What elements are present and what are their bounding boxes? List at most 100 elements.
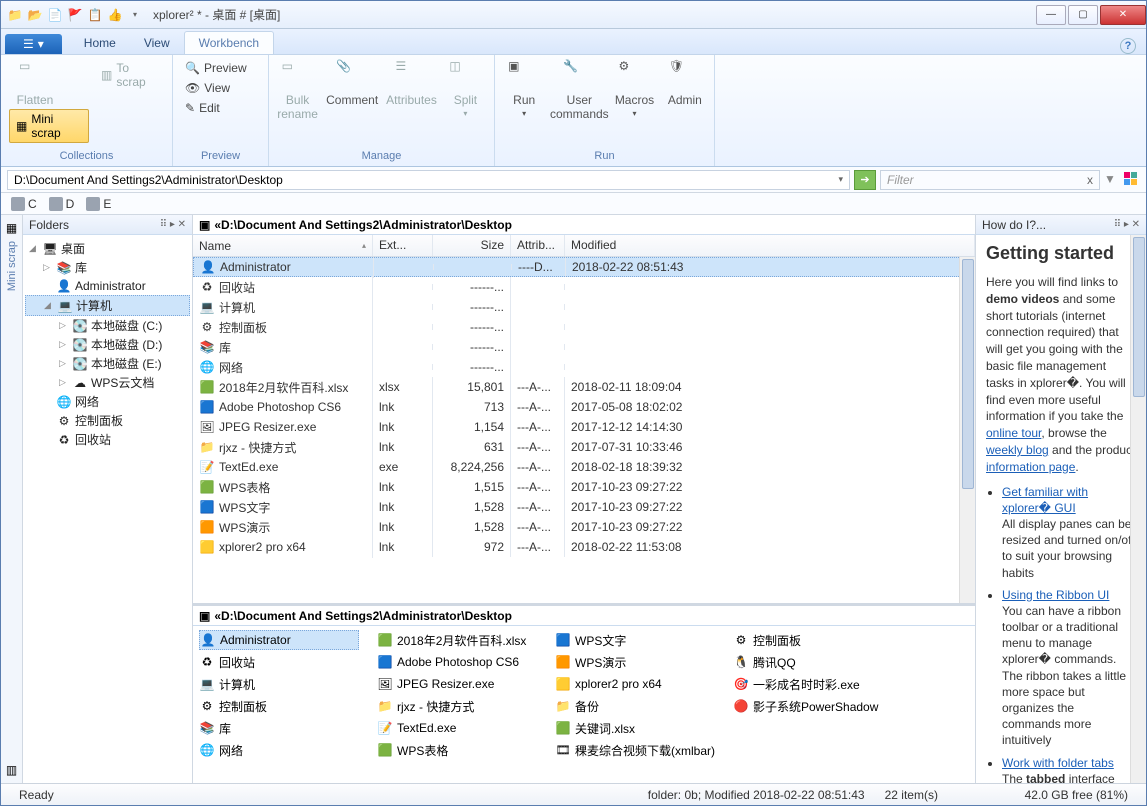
file-row[interactable]: ♻回收站 ------... (193, 277, 975, 297)
col-ext[interactable]: Ext... (373, 235, 433, 256)
qat-new-icon[interactable]: 📄 (47, 7, 63, 23)
side-tab-icon-2[interactable]: ▥ (6, 763, 17, 777)
file-row[interactable]: 🖼JPEG Resizer.exe lnk 1,154 ---A-... 201… (193, 417, 975, 437)
grid-item[interactable]: 📁备份 (555, 696, 715, 716)
top-pane-tab[interactable]: ▣ «D:\Document And Settings2\Administrat… (193, 215, 975, 235)
file-row[interactable]: 🟩2018年2月软件百科.xlsx xlsx 15,801 ---A-... 2… (193, 377, 975, 397)
col-name[interactable]: Name▴ (193, 235, 373, 256)
tree-item[interactable]: ▷📚库 (25, 258, 190, 277)
mini-scrap-button[interactable]: ▦ Mini scrap (9, 109, 89, 143)
bottom-pane-tab[interactable]: ▣ «D:\Document And Settings2\Administrat… (193, 606, 975, 626)
icon-grid[interactable]: 👤Administrator♻回收站💻计算机⚙控制面板📚库🌐网络 🟩2018年2月… (193, 626, 975, 783)
col-mod[interactable]: Modified (565, 235, 975, 256)
preview-button[interactable]: 🔍Preview (181, 59, 251, 77)
split-button[interactable]: ◫Split▾ (445, 59, 486, 118)
color-grid-icon[interactable] (1124, 172, 1140, 188)
tree-twisty-icon[interactable]: ◢ (29, 243, 39, 254)
grid-item[interactable]: 👤Administrator (199, 630, 359, 650)
tree-twisty-icon[interactable]: ▷ (59, 339, 69, 350)
grid-item[interactable]: 🐧腾讯QQ (733, 652, 893, 672)
tab-home[interactable]: Home (70, 32, 130, 54)
grid-item[interactable]: 🟨xplorer2 pro x64 (555, 674, 715, 694)
link-tabs[interactable]: Work with folder tabs (1002, 756, 1114, 770)
file-list[interactable]: 👤Administrator ----D... 2018-02-22 08:51… (193, 257, 975, 603)
file-menu-button[interactable]: ☰▾ (5, 34, 62, 54)
file-row[interactable]: 🟦WPS文字 lnk 1,528 ---A-... 2017-10-23 09:… (193, 497, 975, 517)
grid-item[interactable]: 🟦WPS文字 (555, 630, 715, 650)
edit-button[interactable]: ✎Edit (181, 99, 251, 117)
link-online-tour[interactable]: online tour (986, 426, 1041, 440)
qat-open-icon[interactable]: 📂 (27, 7, 43, 23)
grid-item[interactable]: 📚库 (199, 718, 359, 738)
grid-item[interactable]: 🟩WPS表格 (377, 740, 537, 760)
attributes-button[interactable]: ☰Attributes (386, 59, 437, 107)
tree-item[interactable]: ⚙控制面板 (25, 411, 190, 430)
side-tab-icon[interactable]: ▦ (6, 221, 17, 235)
file-row[interactable]: 👤Administrator ----D... 2018-02-22 08:51… (193, 257, 975, 277)
column-headers[interactable]: Name▴ Ext... Size Attrib... Modified (193, 235, 975, 257)
col-attr[interactable]: Attrib... (511, 235, 565, 256)
scrollbar[interactable] (959, 257, 975, 603)
tree-item[interactable]: ▷💽本地磁盘 (E:) (25, 354, 190, 373)
grid-item[interactable]: ♻回收站 (199, 652, 359, 672)
tree-twisty-icon[interactable]: ▷ (43, 262, 53, 273)
tree-item[interactable]: 🌐网络 (25, 392, 190, 411)
grid-item[interactable]: ⚙控制面板 (199, 696, 359, 716)
filter-clear-icon[interactable]: x (1087, 173, 1093, 187)
grid-item[interactable]: 🟧WPS演示 (555, 652, 715, 672)
tree-item[interactable]: 👤Administrator (25, 277, 190, 295)
tab-view[interactable]: View (130, 32, 184, 54)
tree-item[interactable]: ◢💻计算机 (25, 295, 190, 316)
address-input[interactable]: D:\Document And Settings2\Administrator\… (7, 170, 850, 190)
link-information-page[interactable]: information page (986, 460, 1075, 474)
file-row[interactable]: 🟧WPS演示 lnk 1,528 ---A-... 2017-10-23 09:… (193, 517, 975, 537)
grid-item[interactable]: 🌐网络 (199, 740, 359, 760)
pane-pin-icon[interactable]: ⠿ ▸ ✕ (160, 219, 186, 230)
admin-button[interactable]: 🛡Admin (664, 59, 706, 107)
qat-thumb-icon[interactable]: 👍 (107, 7, 123, 23)
grid-item[interactable]: 🎯一彩成名时时彩.exe (733, 674, 893, 694)
filter-input[interactable]: Filter x (880, 170, 1100, 190)
side-tab-mini-scrap[interactable]: Mini scrap (6, 241, 18, 291)
close-button[interactable]: ✕ (1100, 5, 1146, 25)
tree-item[interactable]: ♻回收站 (25, 430, 190, 449)
help-scrollbar[interactable] (1130, 235, 1146, 783)
grid-item[interactable]: 📝TextEd.exe (377, 718, 537, 738)
drive-e[interactable]: E (86, 197, 111, 211)
link-ribbon[interactable]: Using the Ribbon UI (1002, 588, 1109, 602)
view-button[interactable]: 👁View (181, 79, 251, 97)
user-commands-button[interactable]: 🔧User commands (553, 59, 605, 121)
qat-dropdown-icon[interactable]: ▾ (127, 7, 143, 23)
qat-copy-icon[interactable]: 📋 (87, 7, 103, 23)
pane-controls[interactable]: ⠿ ▸ ✕ (1114, 219, 1140, 230)
file-row[interactable]: 📚库 ------... (193, 337, 975, 357)
grid-item[interactable]: 📁rjxz - 快捷方式 (377, 696, 537, 716)
link-weekly-blog[interactable]: weekly blog (986, 443, 1049, 457)
tree-item[interactable]: ▷💽本地磁盘 (D:) (25, 335, 190, 354)
minimize-button[interactable]: — (1036, 5, 1066, 25)
tree-item[interactable]: ▷💽本地磁盘 (C:) (25, 316, 190, 335)
grid-item[interactable]: 🎞稞麦综合视频下载(xmlbar) (555, 740, 715, 760)
maximize-button[interactable]: ▢ (1068, 5, 1098, 25)
drive-d[interactable]: D (49, 197, 75, 211)
run-button[interactable]: ▣Run▾ (503, 59, 545, 118)
file-row[interactable]: 💻计算机 ------... (193, 297, 975, 317)
grid-item[interactable]: 🔴影子系统PowerShadow (733, 696, 893, 716)
grid-item[interactable]: 💻计算机 (199, 674, 359, 694)
macros-button[interactable]: ⚙Macros▾ (613, 59, 655, 118)
bulk-rename-button[interactable]: ▭Bulk rename (277, 59, 318, 121)
file-row[interactable]: 📝TextEd.exe exe 8,224,256 ---A-... 2018-… (193, 457, 975, 477)
file-row[interactable]: ⚙控制面板 ------... (193, 317, 975, 337)
help-icon[interactable]: ? (1120, 38, 1136, 54)
tree-twisty-icon[interactable]: ▷ (59, 320, 69, 331)
flatten-button[interactable]: ▭ Flatten (9, 59, 61, 107)
file-row[interactable]: 📁rjxz - 快捷方式 lnk 631 ---A-... 2017-07-31… (193, 437, 975, 457)
grid-item[interactable]: 🟩2018年2月软件百科.xlsx (377, 630, 537, 650)
folder-tree[interactable]: ◢🖥桌面▷📚库👤Administrator◢💻计算机▷💽本地磁盘 (C:)▷💽本… (23, 235, 192, 783)
grid-item[interactable]: 🟩关键词.xlsx (555, 718, 715, 738)
qat-flag-icon[interactable]: 🚩 (67, 7, 83, 23)
tree-item[interactable]: ◢🖥桌面 (25, 239, 190, 258)
comment-button[interactable]: 📎Comment (326, 59, 378, 107)
tree-twisty-icon[interactable]: ◢ (44, 300, 54, 311)
file-row[interactable]: 🌐网络 ------... (193, 357, 975, 377)
